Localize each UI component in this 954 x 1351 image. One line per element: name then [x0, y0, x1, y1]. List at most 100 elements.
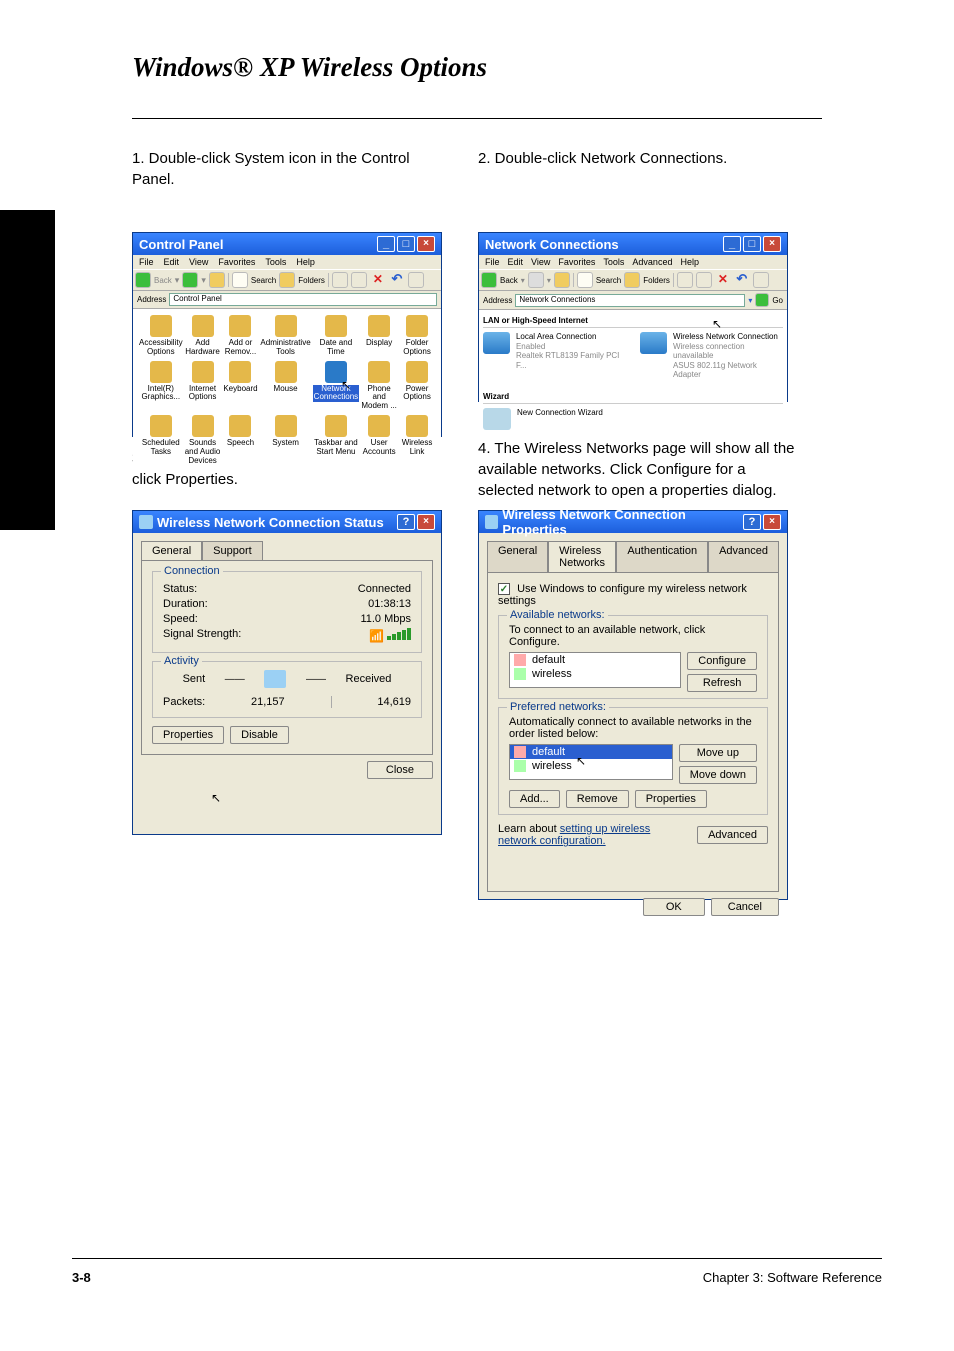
cp-mouse[interactable]: Mouse	[260, 361, 310, 411]
adapter-lan[interactable]: Local Area Connection Enabled Realtek RT…	[483, 332, 628, 380]
addr-field[interactable]: Control Panel	[169, 293, 437, 306]
menu-adv[interactable]: Advanced	[632, 257, 672, 267]
menu-tools[interactable]: Tools	[603, 257, 624, 267]
menu-tools[interactable]: Tools	[265, 257, 286, 267]
close-icon[interactable]: ×	[417, 514, 435, 530]
cp-accessibility[interactable]: Accessibility Options	[139, 315, 183, 357]
copy-icon[interactable]	[351, 272, 367, 288]
up-icon[interactable]	[209, 272, 225, 288]
moveup-button[interactable]: Move up	[679, 744, 757, 762]
close-icon[interactable]: ×	[763, 236, 781, 252]
preferred-list[interactable]: default wireless	[509, 744, 673, 780]
help-icon[interactable]: ?	[743, 514, 761, 530]
menu-view[interactable]: View	[531, 257, 550, 267]
available-list[interactable]: default wireless	[509, 652, 681, 688]
ok-button[interactable]: OK	[643, 898, 705, 916]
refresh-button[interactable]: Refresh	[687, 674, 757, 692]
adapter-wireless[interactable]: Wireless Network Connection Wireless con…	[640, 332, 783, 380]
search-icon[interactable]	[577, 272, 593, 288]
cp-folder[interactable]: Folder Options	[399, 315, 435, 357]
folders-icon[interactable]	[624, 272, 640, 288]
wizard-item[interactable]: New Connection Wizard	[483, 408, 783, 430]
cp-sounds[interactable]: Sounds and Audio Devices	[185, 415, 221, 465]
delete-icon[interactable]: ✕	[370, 272, 386, 288]
cp-display[interactable]: Display	[361, 315, 397, 357]
addr-field[interactable]: Network Connections	[515, 294, 745, 307]
properties-button[interactable]: Properties	[152, 726, 224, 744]
minimize-icon[interactable]: _	[723, 236, 741, 252]
cp-power[interactable]: Power Options	[399, 361, 435, 411]
undo-icon[interactable]: ↶	[389, 272, 405, 288]
cancel-button[interactable]: Cancel	[711, 898, 779, 916]
group-connection: Connection Status:Connected Duration:01:…	[152, 571, 422, 653]
forward-icon[interactable]	[528, 272, 544, 288]
cp-admin[interactable]: Administrative Tools	[260, 315, 310, 357]
close-icon[interactable]: ×	[763, 514, 781, 530]
tab-auth[interactable]: Authentication	[616, 541, 708, 572]
menu-edit[interactable]: Edit	[508, 257, 524, 267]
tab-advanced[interactable]: Advanced	[708, 541, 779, 572]
maximize-icon[interactable]: □	[397, 236, 415, 252]
menu-file[interactable]: File	[485, 257, 500, 267]
cp-internet[interactable]: Internet Options	[185, 361, 221, 411]
configure-button[interactable]: Configure	[687, 652, 757, 670]
pref-item-default[interactable]: default	[510, 745, 672, 759]
tab-general[interactable]: General	[487, 541, 548, 572]
advanced-button[interactable]: Advanced	[697, 826, 768, 844]
cp-add-hardware[interactable]: Add Hardware	[185, 315, 221, 357]
cp-add-remove[interactable]: Add or Remov...	[223, 315, 259, 357]
cp-phone[interactable]: Phone and Modem ...	[361, 361, 397, 411]
pref-item-wireless[interactable]: wireless	[510, 759, 672, 773]
close-button[interactable]: Close	[367, 761, 433, 779]
tab-general[interactable]: General	[141, 541, 202, 560]
cp-system[interactable]: System	[260, 415, 310, 465]
cp-users[interactable]: User Accounts	[361, 415, 397, 465]
help-icon[interactable]: ?	[397, 514, 415, 530]
wireless-adapter-icon	[640, 332, 667, 354]
cp-keyboard[interactable]: Keyboard	[223, 361, 259, 411]
cp-wireless[interactable]: Wireless Link	[399, 415, 435, 465]
move-icon[interactable]	[677, 272, 693, 288]
cp-taskbar[interactable]: Taskbar and Start Menu	[313, 415, 359, 465]
maximize-icon[interactable]: □	[743, 236, 761, 252]
delete-icon[interactable]: ✕	[715, 272, 731, 288]
move-icon[interactable]	[332, 272, 348, 288]
menu-help[interactable]: Help	[680, 257, 699, 267]
back-icon[interactable]	[481, 272, 497, 288]
menu-fav[interactable]: Favorites	[558, 257, 595, 267]
use-windows-checkbox[interactable]: ✓	[498, 583, 510, 595]
back-icon[interactable]	[135, 272, 151, 288]
search-icon[interactable]	[232, 272, 248, 288]
views-icon[interactable]	[408, 272, 424, 288]
tab-wireless[interactable]: Wireless Networks	[548, 541, 616, 572]
close-icon[interactable]: ×	[417, 236, 435, 252]
netprops-button[interactable]: Properties	[635, 790, 707, 808]
go-icon[interactable]	[755, 293, 769, 307]
cp-network[interactable]: Network Connections	[313, 361, 359, 411]
tab-support[interactable]: Support	[202, 541, 263, 560]
forward-icon[interactable]	[182, 272, 198, 288]
add-button[interactable]: Add...	[509, 790, 560, 808]
disable-button[interactable]: Disable	[230, 726, 289, 744]
cp-date[interactable]: Date and Time	[313, 315, 359, 357]
avail-item-default[interactable]: default	[510, 653, 680, 667]
footer-line	[72, 1258, 882, 1259]
cp-scheduled[interactable]: Scheduled Tasks	[139, 415, 183, 465]
undo-icon[interactable]: ↶	[734, 272, 750, 288]
copy-icon[interactable]	[696, 272, 712, 288]
menu-fav[interactable]: Favorites	[218, 257, 255, 267]
views-icon[interactable]	[753, 272, 769, 288]
menu-edit[interactable]: Edit	[164, 257, 180, 267]
addr-dropdown-icon[interactable]: ▾	[748, 296, 752, 305]
cp-intel[interactable]: Intel(R) Graphics...	[139, 361, 183, 411]
menu-view[interactable]: View	[189, 257, 208, 267]
menu-help[interactable]: Help	[296, 257, 315, 267]
minimize-icon[interactable]: _	[377, 236, 395, 252]
folders-icon[interactable]	[279, 272, 295, 288]
cp-speech[interactable]: Speech	[223, 415, 259, 465]
up-icon[interactable]	[554, 272, 570, 288]
avail-item-wireless[interactable]: wireless	[510, 667, 680, 681]
remove-button[interactable]: Remove	[566, 790, 629, 808]
menu-file[interactable]: File	[139, 257, 154, 267]
movedown-button[interactable]: Move down	[679, 766, 757, 784]
